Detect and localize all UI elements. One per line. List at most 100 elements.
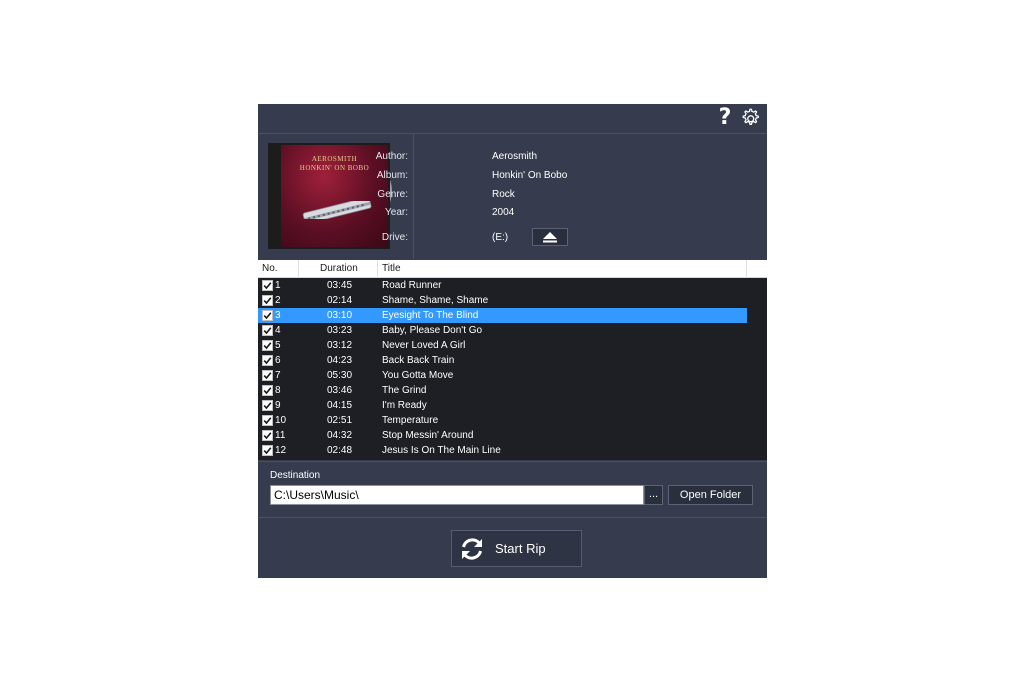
checkmark-icon bbox=[263, 357, 272, 365]
track-duration: 03:46 bbox=[327, 385, 353, 396]
checkmark-icon bbox=[263, 312, 272, 320]
year-value: 2004 bbox=[492, 207, 515, 218]
track-duration: 05:30 bbox=[327, 370, 353, 381]
track-title: You Gotta Move bbox=[382, 370, 454, 381]
album-value: Honkin' On Bobo bbox=[492, 170, 568, 181]
checkmark-icon bbox=[263, 327, 272, 335]
track-number: 11 bbox=[275, 430, 286, 441]
eject-icon bbox=[543, 232, 557, 243]
track-number: 10 bbox=[275, 415, 287, 426]
track-duration: 04:23 bbox=[327, 355, 353, 366]
track-title: Jesus Is On The Main Line bbox=[382, 445, 501, 456]
track-duration: 03:12 bbox=[327, 340, 353, 351]
track-checkbox[interactable] bbox=[262, 325, 273, 336]
track-title: Baby, Please Don't Go bbox=[382, 325, 483, 336]
column-header-no[interactable]: No. bbox=[258, 260, 299, 278]
track-title: Eyesight To The Blind bbox=[382, 310, 479, 321]
track-row[interactable]: 8 03:46 The Grind bbox=[258, 383, 747, 398]
track-number: 1 bbox=[275, 280, 281, 291]
browse-button[interactable]: ... bbox=[644, 485, 663, 505]
track-number: 9 bbox=[275, 400, 281, 411]
track-row[interactable]: 10 02:51 Temperature bbox=[258, 413, 747, 428]
track-checkbox[interactable] bbox=[262, 295, 273, 306]
destination-label: Destination bbox=[270, 470, 321, 481]
question-mark-icon[interactable]: ? bbox=[716, 106, 734, 130]
track-title: Temperature bbox=[382, 415, 439, 426]
track-title: Stop Messin' Around bbox=[382, 430, 474, 441]
start-rip-button[interactable]: Start Rip bbox=[451, 530, 582, 567]
eject-button[interactable] bbox=[532, 228, 568, 246]
track-checkbox[interactable] bbox=[262, 415, 273, 426]
genre-value: Rock bbox=[492, 189, 515, 200]
track-checkbox[interactable] bbox=[262, 370, 273, 381]
track-row[interactable]: 6 04:23 Back Back Train bbox=[258, 353, 747, 368]
author-value: Aerosmith bbox=[492, 151, 538, 162]
track-number: 3 bbox=[275, 310, 281, 321]
destination-path-input[interactable]: C:\Users\Music\ bbox=[270, 485, 644, 505]
track-number: 6 bbox=[275, 355, 281, 366]
track-title: The Grind bbox=[382, 385, 427, 396]
destination-panel: Destination C:\Users\Music\ ... Open Fol… bbox=[258, 461, 767, 518]
checkmark-icon bbox=[263, 417, 272, 425]
track-duration: 04:15 bbox=[327, 400, 353, 411]
start-rip-label: Start Rip bbox=[495, 541, 546, 556]
column-header-duration[interactable]: Duration bbox=[299, 260, 378, 278]
track-row[interactable]: 4 03:23 Baby, Please Don't Go bbox=[258, 323, 747, 338]
track-title: Road Runner bbox=[382, 280, 442, 291]
track-number: 8 bbox=[275, 385, 281, 396]
track-duration: 03:23 bbox=[327, 325, 353, 336]
checkmark-icon bbox=[263, 387, 272, 395]
refresh-icon bbox=[462, 538, 482, 560]
album-label: Album: bbox=[376, 170, 408, 181]
track-title: Back Back Train bbox=[382, 355, 455, 366]
track-duration: 03:10 bbox=[327, 310, 353, 321]
track-title: I'm Ready bbox=[382, 400, 427, 411]
track-row[interactable]: 7 05:30 You Gotta Move bbox=[258, 368, 747, 383]
track-checkbox[interactable] bbox=[262, 400, 273, 411]
track-title: Never Loved A Girl bbox=[382, 340, 466, 351]
checkmark-icon bbox=[263, 297, 272, 305]
track-row[interactable]: 5 03:12 Never Loved A Girl bbox=[258, 338, 747, 353]
track-row[interactable]: 9 04:15 I'm Ready bbox=[258, 398, 747, 413]
track-number: 5 bbox=[275, 340, 281, 351]
column-header-title[interactable]: Title bbox=[378, 260, 747, 278]
genre-label: Genre: bbox=[377, 189, 408, 200]
track-row[interactable]: 1 03:45 Road Runner bbox=[258, 278, 747, 293]
checkmark-icon bbox=[263, 282, 272, 290]
author-label: Author: bbox=[375, 151, 408, 162]
track-row[interactable]: 12 02:48 Jesus Is On The Main Line bbox=[258, 443, 747, 458]
track-title: Shame, Shame, Shame bbox=[382, 295, 489, 306]
track-duration: 02:51 bbox=[327, 415, 353, 426]
checkmark-icon bbox=[263, 432, 272, 440]
top-toolbar: ? bbox=[258, 104, 767, 134]
track-checkbox[interactable] bbox=[262, 280, 273, 291]
checkmark-icon bbox=[263, 342, 272, 350]
track-checkbox[interactable] bbox=[262, 355, 273, 366]
track-checkbox[interactable] bbox=[262, 385, 273, 396]
track-duration: 02:48 bbox=[327, 445, 353, 456]
track-row[interactable]: 3 03:10 Eyesight To The Blind bbox=[258, 308, 747, 323]
ripper-window: ? AEROSMITH HONKIN' ON BOBO Author: Aero… bbox=[258, 104, 767, 578]
track-duration: 04:32 bbox=[327, 430, 353, 441]
open-folder-button[interactable]: Open Folder bbox=[668, 485, 753, 505]
track-checkbox[interactable] bbox=[262, 430, 273, 441]
track-checkbox[interactable] bbox=[262, 340, 273, 351]
track-checkbox[interactable] bbox=[262, 310, 273, 321]
drive-value: (E:) bbox=[492, 232, 509, 243]
track-number: 12 bbox=[275, 445, 287, 456]
track-number: 7 bbox=[275, 370, 281, 381]
checkmark-icon bbox=[263, 372, 272, 380]
year-label: Year: bbox=[385, 207, 408, 218]
track-number: 4 bbox=[275, 325, 281, 336]
track-checkbox[interactable] bbox=[262, 445, 273, 456]
track-duration: 02:14 bbox=[327, 295, 353, 306]
gear-icon[interactable] bbox=[739, 107, 761, 129]
checkmark-icon bbox=[263, 402, 272, 410]
track-row[interactable]: 11 04:32 Stop Messin' Around bbox=[258, 428, 747, 443]
track-number: 2 bbox=[275, 295, 281, 306]
track-list[interactable]: 1 03:45 Road Runner 2 02:14 Shame, Shame, Sha… bbox=[258, 278, 767, 460]
drive-label: Drive: bbox=[381, 232, 408, 243]
track-duration: 03:45 bbox=[327, 280, 353, 291]
album-info-panel: AEROSMITH HONKIN' ON BOBO Author: Aerosm… bbox=[258, 134, 767, 259]
track-row[interactable]: 2 02:14 Shame, Shame, Shame bbox=[258, 293, 747, 308]
